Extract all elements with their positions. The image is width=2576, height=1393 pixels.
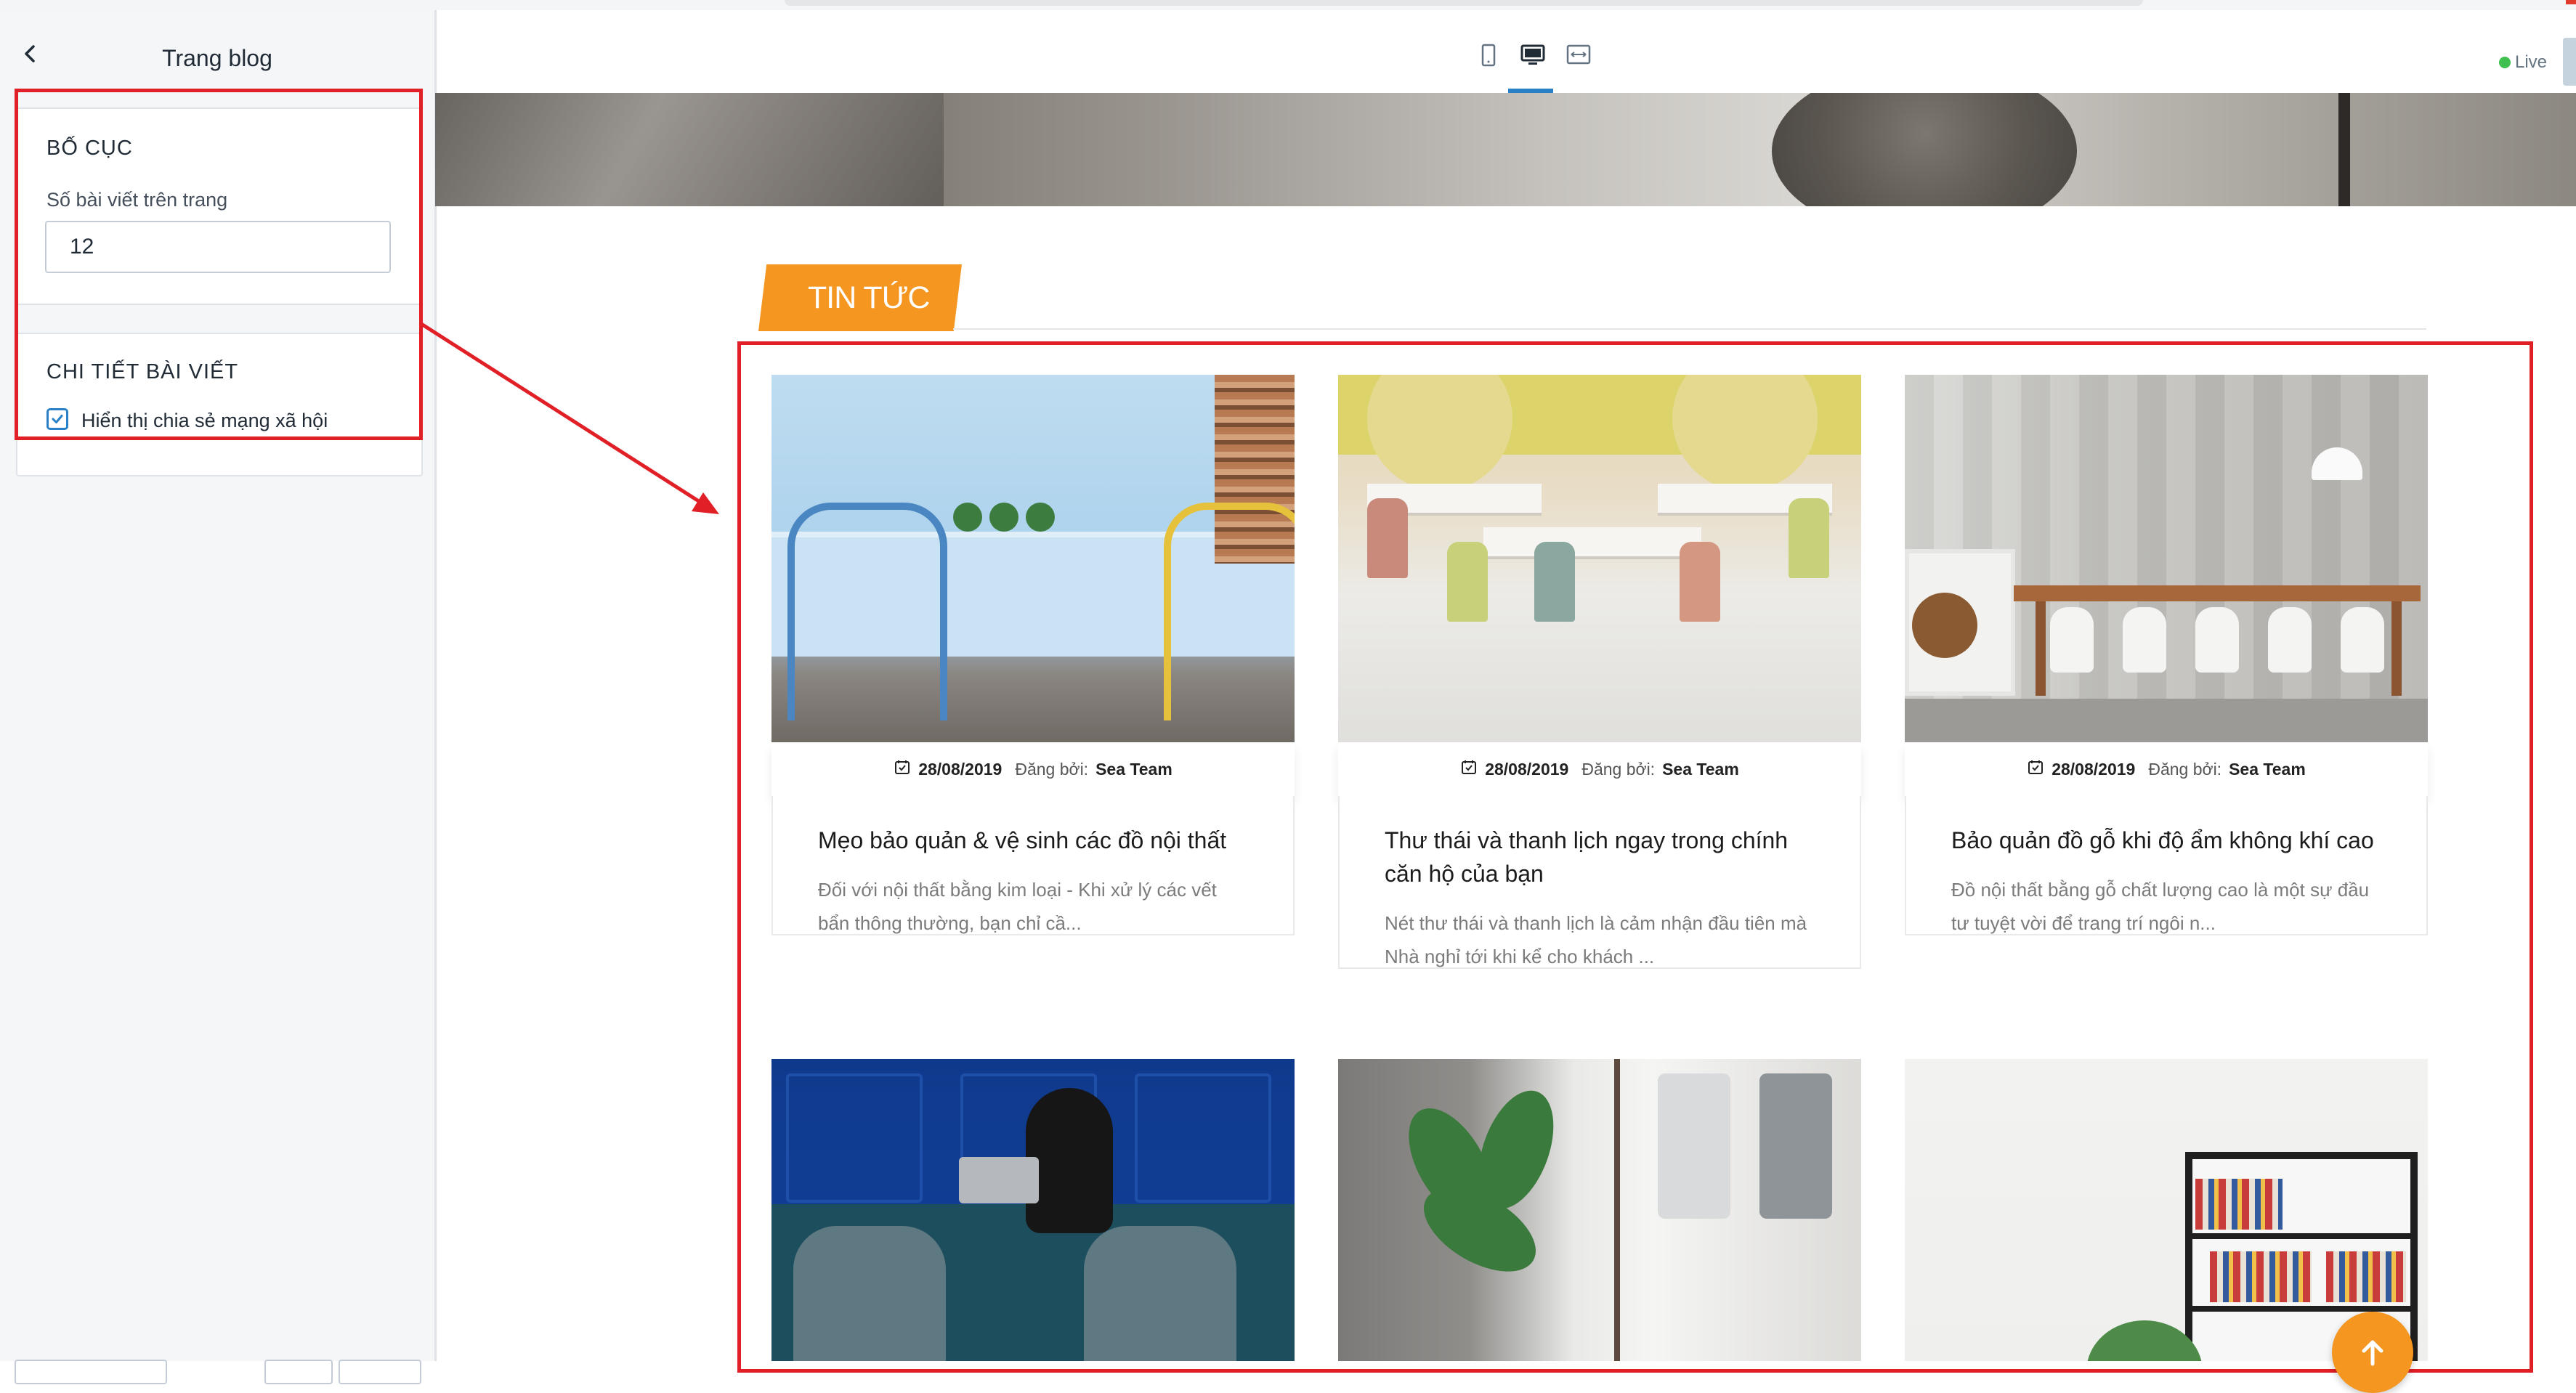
post-body: Bảo quản đồ gỗ khi độ ẩm không khí cao Đ… bbox=[1905, 796, 2428, 935]
post-author: Sea Team bbox=[2229, 759, 2306, 779]
scroll-to-top-button[interactable] bbox=[2332, 1312, 2413, 1393]
scene-armchair bbox=[793, 1226, 946, 1361]
scene-plant bbox=[953, 503, 982, 532]
scene-books bbox=[2210, 1251, 2312, 1302]
toolbar-right-button[interactable] bbox=[2563, 38, 2576, 86]
scene-plant bbox=[1026, 503, 1055, 532]
sidebar-title: Trang blog bbox=[162, 45, 272, 71]
scene-yellow-chair bbox=[1164, 503, 1295, 720]
scene-chair bbox=[1680, 542, 1720, 622]
posts-per-page-input[interactable] bbox=[45, 221, 391, 273]
post-title[interactable]: Mẹo bảo quản & vệ sinh các đồ nội thất bbox=[773, 796, 1293, 857]
desktop-icon[interactable] bbox=[1518, 41, 1547, 70]
post-thumbnail[interactable] bbox=[1905, 375, 2428, 742]
scene-wall-panel bbox=[786, 1073, 923, 1203]
social-share-label: Hiển thị chia sẻ mạng xã hội bbox=[81, 410, 328, 431]
section-heading-underline bbox=[953, 328, 2426, 330]
scene-firewood bbox=[1912, 593, 1977, 658]
post-body: Thư thái và thanh lịch ngay trong chính … bbox=[1338, 796, 1861, 969]
post-meta: 28/08/2019 Đăng bởi: Sea Team bbox=[1905, 742, 2428, 796]
post-thumbnail[interactable] bbox=[771, 1059, 1295, 1361]
scene-blue-chair bbox=[787, 503, 947, 720]
scene-shelf-row bbox=[2185, 1306, 2418, 1312]
mobile-icon[interactable] bbox=[1474, 41, 1503, 70]
posts-per-page-label: Số bài viết trên trang bbox=[46, 189, 228, 211]
preview-toolbar: Live bbox=[437, 10, 2576, 94]
sidebar-header: Trang blog bbox=[0, 10, 434, 94]
scene-person bbox=[1026, 1088, 1113, 1233]
post-thumbnail[interactable] bbox=[1338, 1059, 1861, 1361]
post-meta: 28/08/2019 Đăng bởi: Sea Team bbox=[771, 742, 1295, 796]
scene-table-leg bbox=[2391, 601, 2402, 696]
browser-top-strip bbox=[0, 0, 2576, 10]
post-author: Sea Team bbox=[1095, 759, 1172, 779]
live-status-label: Live bbox=[2515, 52, 2548, 72]
scene-chair bbox=[2341, 607, 2384, 673]
scene-table-leg bbox=[2036, 601, 2046, 696]
post-excerpt: Nét thư thái và thanh lịch là cảm nhận đ… bbox=[1385, 912, 1807, 967]
footer-button-undo[interactable] bbox=[264, 1360, 333, 1384]
hero-banner-image bbox=[435, 93, 2576, 206]
scene-books bbox=[2326, 1251, 2406, 1302]
calendar-check-icon bbox=[894, 758, 911, 780]
theme-settings-sidebar: Trang blog BỐ CỤC Số bài viết trên trang… bbox=[0, 10, 437, 1384]
scene-chair bbox=[1367, 498, 1408, 578]
posted-by-label: Đăng bởi: bbox=[2148, 759, 2222, 779]
footer-button-save[interactable] bbox=[339, 1360, 421, 1384]
footer-button-left[interactable] bbox=[15, 1360, 167, 1384]
section-heading-text: TIN TỨC bbox=[808, 280, 930, 315]
fullwidth-icon[interactable] bbox=[1564, 41, 1593, 70]
scene-table bbox=[1483, 527, 1701, 559]
section-heading-tab: TIN TỨC bbox=[758, 264, 962, 331]
layout-settings-card: BỐ CỤC Số bài viết trên trang bbox=[16, 107, 423, 305]
post-title[interactable]: Thư thái và thanh lịch ngay trong chính … bbox=[1340, 796, 1860, 890]
posted-by-label: Đăng bởi: bbox=[1015, 759, 1089, 779]
scene-dining-table bbox=[2014, 585, 2421, 601]
scene-plant bbox=[989, 503, 1018, 532]
post-meta: 28/08/2019 Đăng bởi: Sea Team bbox=[1338, 742, 1861, 796]
scene-books bbox=[2195, 1179, 2283, 1230]
hero-stool bbox=[2338, 93, 2576, 206]
post-date: 28/08/2019 bbox=[2052, 759, 2136, 779]
scene-chair bbox=[2195, 607, 2239, 673]
scene-armchair bbox=[1084, 1226, 1236, 1361]
hero-knitted-pouf bbox=[1772, 93, 2077, 206]
scene-chair bbox=[1789, 498, 1829, 578]
scene-laptop bbox=[959, 1157, 1039, 1203]
post-title[interactable]: Bảo quản đồ gỗ khi độ ẩm không khí cao bbox=[1906, 796, 2426, 857]
address-bar-edge bbox=[785, 0, 2143, 6]
post-excerpt: Đối với nội thất bằng kim loại - Khi xử … bbox=[818, 879, 1217, 934]
scene-floor bbox=[1905, 699, 2428, 742]
scene-wall-circle bbox=[1367, 375, 1512, 491]
layout-section-title: BỐ CỤC bbox=[46, 137, 133, 160]
post-thumbnail[interactable] bbox=[1905, 1059, 2428, 1361]
scene-chair bbox=[2050, 607, 2094, 673]
scene-clothes-rail bbox=[1614, 1059, 1620, 1361]
post-date: 28/08/2019 bbox=[918, 759, 1003, 779]
hero-bed-blanket bbox=[435, 93, 944, 206]
scene-shelf-row bbox=[2185, 1233, 2418, 1239]
scene-chair bbox=[2268, 607, 2312, 673]
scene-chair bbox=[1447, 542, 1488, 622]
window-corner-marker bbox=[2566, 0, 2576, 4]
post-body: Mẹo bảo quản & vệ sinh các đồ nội thất Đ… bbox=[771, 796, 1295, 935]
social-share-checkbox[interactable] bbox=[46, 408, 68, 430]
article-detail-card: CHI TIẾT BÀI VIẾT Hiển thị chia sẻ mạng … bbox=[16, 333, 423, 476]
article-section-title: CHI TIẾT BÀI VIẾT bbox=[46, 360, 239, 383]
scene-hanging-shirt bbox=[1759, 1073, 1832, 1219]
post-author: Sea Team bbox=[1662, 759, 1739, 779]
live-status-dot bbox=[2499, 57, 2511, 68]
scene-hanging-shirt bbox=[1658, 1073, 1730, 1219]
calendar-check-icon bbox=[2027, 758, 2044, 780]
post-thumbnail[interactable] bbox=[1338, 375, 1861, 742]
calendar-check-icon bbox=[1460, 758, 1478, 780]
posted-by-label: Đăng bởi: bbox=[1581, 759, 1656, 779]
post-excerpt: Đồ nội thất bằng gỗ chất lượng cao là mộ… bbox=[1951, 879, 2370, 934]
scene-wall-panel bbox=[1135, 1073, 1271, 1203]
scene-chair bbox=[2123, 607, 2166, 673]
post-thumbnail[interactable] bbox=[771, 375, 1295, 742]
post-date: 28/08/2019 bbox=[1485, 759, 1569, 779]
scene-chair bbox=[1534, 542, 1575, 622]
scene-wall-circle bbox=[1672, 375, 1818, 491]
